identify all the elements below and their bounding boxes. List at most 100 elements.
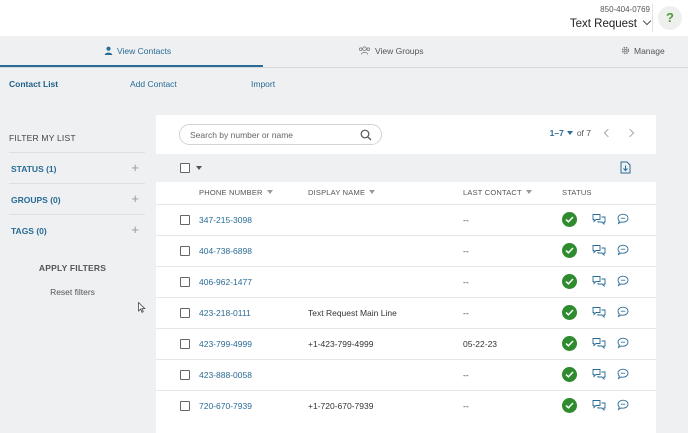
chevron-left-icon[interactable] bbox=[603, 128, 613, 138]
header-divider bbox=[652, 4, 653, 32]
filter-tags[interactable]: TAGS (0) + bbox=[9, 214, 145, 245]
status-check-icon bbox=[562, 336, 577, 351]
sort-caret-icon bbox=[369, 190, 376, 194]
phone-number-link[interactable]: 406-962-1477 bbox=[199, 277, 252, 287]
chevron-right-icon[interactable] bbox=[625, 128, 635, 138]
filter-groups-label: GROUPS (0) bbox=[11, 195, 61, 205]
conversation-icon[interactable] bbox=[592, 337, 606, 349]
column-label: DISPLAY NAME bbox=[308, 188, 366, 197]
subtab-contact-list[interactable]: Contact List bbox=[9, 69, 58, 100]
filter-tags-label: TAGS (0) bbox=[11, 226, 47, 236]
message-icon[interactable] bbox=[617, 337, 629, 349]
column-phone-number[interactable]: PHONE NUMBER bbox=[199, 188, 273, 197]
message-icon[interactable] bbox=[617, 306, 629, 318]
account-phone: 850-404-0769 bbox=[600, 5, 650, 14]
table-header: PHONE NUMBER DISPLAY NAME LAST CONTACT S… bbox=[156, 182, 656, 204]
person-icon bbox=[104, 46, 113, 56]
search-box[interactable] bbox=[179, 124, 382, 145]
search-input[interactable] bbox=[190, 128, 350, 141]
caret-down-icon[interactable] bbox=[196, 166, 202, 170]
row-checkbox[interactable] bbox=[180, 246, 190, 256]
table-row: 423-799-4999 +1-423-799-4999 05-22-23 bbox=[156, 328, 656, 359]
conversation-icon[interactable] bbox=[592, 368, 606, 380]
column-last-contact[interactable]: LAST CONTACT bbox=[463, 188, 532, 197]
conversation-icon[interactable] bbox=[592, 399, 606, 411]
phone-number-link[interactable]: 423-888-0058 bbox=[199, 370, 252, 380]
phone-number-link[interactable]: 423-799-4999 bbox=[199, 339, 252, 349]
gear-icon bbox=[621, 47, 630, 55]
message-icon[interactable] bbox=[617, 275, 629, 287]
row-checkbox[interactable] bbox=[180, 215, 190, 225]
table-row: 347-215-3098 -- bbox=[156, 204, 656, 235]
mouse-cursor-icon bbox=[138, 302, 146, 313]
main-tabs: View Contacts View Groups Manage bbox=[0, 36, 688, 68]
row-checkbox[interactable] bbox=[180, 308, 190, 318]
sub-tabs: Contact List Add Contact Import bbox=[0, 69, 688, 101]
tab-view-contacts[interactable]: View Contacts bbox=[104, 36, 171, 68]
plus-icon[interactable]: + bbox=[131, 161, 139, 174]
active-tab-indicator bbox=[0, 65, 263, 67]
display-name: +1-423-799-4999 bbox=[308, 339, 374, 349]
message-icon[interactable] bbox=[617, 244, 629, 256]
page-range-select[interactable]: 1–7 bbox=[550, 128, 564, 138]
table-row: 404-738-6898 -- bbox=[156, 235, 656, 266]
contact-list-panel: 1–7 of 7 PHONE NUMBER DISPLAY NAME LAST C… bbox=[156, 115, 656, 433]
conversation-icon[interactable] bbox=[592, 306, 606, 318]
display-name: Text Request Main Line bbox=[308, 308, 397, 318]
account-switcher[interactable]: 850-404-0769 Text Request bbox=[570, 5, 652, 32]
column-label: PHONE NUMBER bbox=[199, 188, 263, 197]
status-check-icon bbox=[562, 367, 577, 382]
sort-caret-icon bbox=[266, 190, 273, 194]
plus-icon[interactable]: + bbox=[131, 192, 139, 205]
top-header: 850-404-0769 Text Request ? bbox=[0, 0, 688, 36]
last-contact: -- bbox=[463, 308, 469, 318]
search-icon[interactable] bbox=[360, 129, 372, 141]
table-row: 423-218-0111 Text Request Main Line -- bbox=[156, 297, 656, 328]
filter-title: FILTER MY LIST bbox=[9, 133, 76, 143]
help-button[interactable]: ? bbox=[658, 6, 682, 30]
message-icon[interactable] bbox=[617, 368, 629, 380]
last-contact: -- bbox=[463, 277, 469, 287]
subtab-add-contact[interactable]: Add Contact bbox=[130, 69, 177, 100]
conversation-icon[interactable] bbox=[592, 244, 606, 256]
row-checkbox[interactable] bbox=[180, 277, 190, 287]
subtab-import[interactable]: Import bbox=[251, 69, 275, 100]
row-checkbox[interactable] bbox=[180, 339, 190, 349]
tab-manage[interactable]: Manage bbox=[621, 36, 665, 68]
pagination: 1–7 of 7 bbox=[550, 128, 635, 138]
last-contact: 05-22-23 bbox=[463, 339, 498, 349]
table-row: 406-962-1477 -- bbox=[156, 266, 656, 297]
last-contact: -- bbox=[463, 215, 469, 225]
filter-groups[interactable]: GROUPS (0) + bbox=[9, 183, 145, 214]
phone-number-link[interactable]: 720-670-7939 bbox=[199, 401, 252, 411]
tab-view-groups[interactable]: View Groups bbox=[358, 36, 424, 68]
caret-down-icon[interactable] bbox=[566, 131, 573, 135]
message-icon[interactable] bbox=[617, 213, 629, 225]
column-status: STATUS bbox=[562, 188, 592, 197]
column-display-name[interactable]: DISPLAY NAME bbox=[308, 188, 376, 197]
bulk-toolbar bbox=[156, 154, 656, 182]
row-checkbox[interactable] bbox=[180, 370, 190, 380]
download-file-icon[interactable] bbox=[620, 161, 631, 174]
display-name: +1-720-670-7939 bbox=[308, 401, 374, 411]
chevron-down-icon bbox=[642, 16, 652, 26]
phone-number-link[interactable]: 347-215-3098 bbox=[199, 215, 252, 225]
tab-manage-label: Manage bbox=[634, 46, 665, 56]
apply-filters-button[interactable]: APPLY FILTERS bbox=[0, 263, 145, 273]
status-check-icon bbox=[562, 212, 577, 227]
reset-filters-link[interactable]: Reset filters bbox=[0, 287, 145, 297]
tab-view-contacts-label: View Contacts bbox=[117, 46, 172, 56]
select-all-checkbox[interactable] bbox=[180, 163, 190, 173]
phone-number-link[interactable]: 404-738-6898 bbox=[199, 246, 252, 256]
filter-status[interactable]: STATUS (1) + bbox=[9, 152, 145, 183]
conversation-icon[interactable] bbox=[592, 275, 606, 287]
row-checkbox[interactable] bbox=[180, 401, 190, 411]
account-name[interactable]: Text Request bbox=[570, 16, 652, 32]
plus-icon[interactable]: + bbox=[131, 223, 139, 236]
page-total: of 7 bbox=[576, 128, 591, 138]
column-label: LAST CONTACT bbox=[463, 188, 522, 197]
message-icon[interactable] bbox=[617, 399, 629, 411]
phone-number-link[interactable]: 423-218-0111 bbox=[199, 308, 251, 318]
filter-sidebar: FILTER MY LIST STATUS (1) + GROUPS (0) +… bbox=[0, 101, 156, 433]
conversation-icon[interactable] bbox=[592, 213, 606, 225]
